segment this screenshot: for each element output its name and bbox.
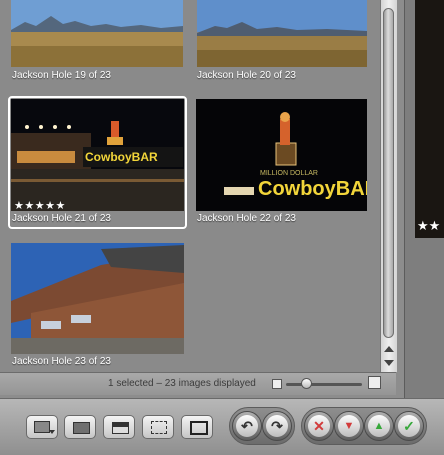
viewer-photo[interactable] (415, 0, 444, 238)
rotate-right-button[interactable]: ↷ (262, 411, 292, 441)
thumbnail-caption: Jackson Hole 20 of 23 (197, 70, 296, 81)
increase-rating-icon: ▲ (373, 420, 385, 432)
decrease-rating-button[interactable]: ▼ (334, 411, 364, 441)
photo-jackson-hole-19 (11, 0, 183, 67)
rotate-left-icon: ↶ (241, 418, 253, 434)
single-view-button[interactable] (181, 415, 213, 439)
single-view-icon (190, 421, 208, 435)
thumbnail-20[interactable]: Jackson Hole 20 of 23 (190, 0, 380, 90)
thumbnail-21[interactable]: CowboyBAR ★★★★★ Jackson Hole 21 of 23 (0, 95, 190, 230)
rotate-left-button[interactable]: ↶ (232, 411, 262, 441)
scroll-down-arrow-icon[interactable] (384, 360, 394, 366)
thumbnail-22[interactable]: MILLION DOLLAR CowboyBAR Jackson Hole 22… (190, 95, 380, 230)
filmstrip-button[interactable] (64, 415, 96, 439)
chevron-down-icon (49, 430, 55, 434)
status-bar: 1 selected – 23 images displayed (0, 372, 396, 395)
approve-icon: ✓ (403, 418, 415, 434)
neon-sign-text: CowboyBAR (85, 150, 158, 164)
selection-status: 1 selected – 23 images displayed (108, 378, 256, 389)
monitor-button[interactable] (26, 415, 58, 439)
thumbnail-size-slider-knob[interactable] (301, 378, 312, 389)
svg-text:MILLION DOLLAR: MILLION DOLLAR (260, 170, 318, 177)
thumbnail-caption: Jackson Hole 22 of 23 (197, 213, 296, 224)
reject-icon: ✕ (313, 418, 325, 434)
thumbnail-caption: Jackson Hole 19 of 23 (12, 70, 111, 81)
thumbnail-19[interactable]: Jackson Hole 19 of 23 (0, 0, 190, 90)
bottom-toolbar: ↶ ↷ ✕ ▼ ▲ ✓ (0, 398, 444, 455)
filmstrip-icon (73, 422, 90, 434)
rotate-right-icon: ↷ (271, 418, 283, 434)
viewer-split-button[interactable] (103, 415, 135, 439)
neon-sign-text: CowboyBAR (258, 178, 367, 200)
viewer-rating-stars: ★★ (417, 218, 441, 233)
photo-jackson-hole-20 (197, 0, 367, 67)
zoom-large-icon (368, 376, 381, 389)
monitor-icon (34, 421, 50, 433)
scroll-up-arrow-icon[interactable] (384, 346, 394, 352)
thumbnail-caption: Jackson Hole 21 of 23 (12, 213, 111, 224)
thumbnail-caption: Jackson Hole 23 of 23 (12, 356, 111, 367)
scrollbar-thumb[interactable] (383, 8, 394, 338)
image-browser: Jackson Hole 19 of 23 Jackson Hole 20 of… (0, 0, 380, 372)
photo-jackson-hole-23 (11, 243, 184, 354)
fullscreen-frame-icon (151, 421, 167, 434)
zoom-small-icon (272, 379, 282, 389)
vertical-scrollbar[interactable] (380, 0, 397, 372)
thumbnail-23[interactable]: Jackson Hole 23 of 23 (0, 238, 190, 370)
viewer-pane: ★★ (404, 0, 444, 400)
photo-jackson-hole-22: MILLION DOLLAR CowboyBAR (196, 99, 367, 211)
photo-jackson-hole-21: CowboyBAR (11, 99, 184, 211)
rating-stars: ★★★★★ (14, 200, 66, 212)
fullscreen-frame-button[interactable] (142, 415, 174, 439)
increase-rating-button[interactable]: ▲ (364, 411, 394, 441)
decrease-rating-icon: ▼ (343, 420, 355, 432)
viewer-split-icon (112, 422, 129, 434)
reject-button[interactable]: ✕ (304, 411, 334, 441)
thumbnail-size-slider[interactable] (286, 383, 362, 386)
approve-button[interactable]: ✓ (394, 411, 424, 441)
